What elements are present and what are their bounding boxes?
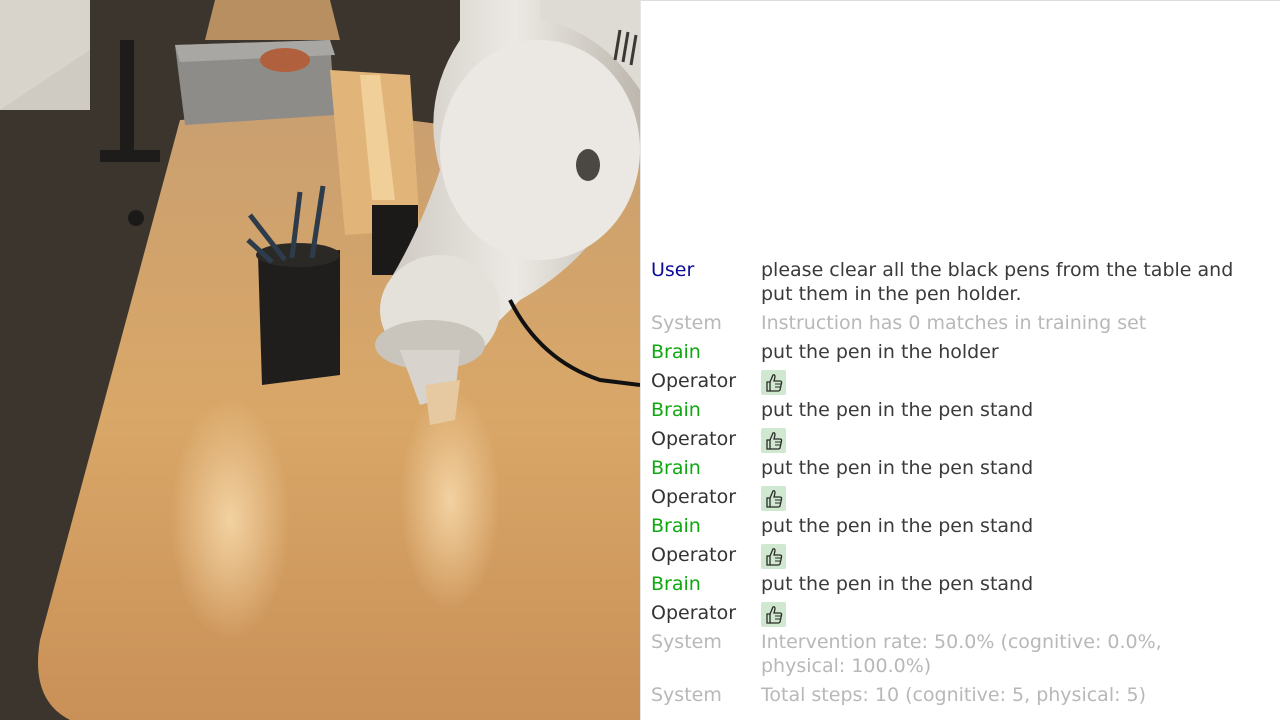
speaker-label: System [651, 684, 722, 706]
message-content [761, 427, 1274, 459]
speaker-label: User [651, 259, 695, 281]
speaker-label: Brain [651, 515, 701, 537]
message-text: please clear all the black pens from the… [761, 259, 1234, 305]
message-content [761, 369, 1274, 401]
message-text: Total steps: 10 (cognitive: 5, physical:… [761, 684, 1147, 706]
thumbs-up-icon [761, 602, 786, 627]
message-text: Intervention rate: 50.0% (cognitive: 0.0… [761, 631, 1162, 677]
message-text: put the pen in the holder [761, 341, 999, 363]
speaker-label: Brain [651, 457, 701, 479]
message-text: put the pen in the pen stand [761, 399, 1034, 421]
interaction-log-panel: User please clear all the black pens from… [640, 0, 1280, 720]
message-text: put the pen in the pen stand [761, 515, 1034, 537]
speaker-label: System [651, 312, 722, 334]
speaker-label: Operator [651, 370, 737, 392]
thumbs-up-icon [761, 428, 786, 453]
thumbs-up-icon [761, 544, 786, 569]
speaker-label: Operator [651, 428, 737, 450]
camera-view [0, 0, 640, 720]
speaker-label: Brain [651, 341, 701, 363]
speaker-label: System [651, 631, 722, 653]
message-text: put the pen in the pen stand [761, 457, 1034, 479]
message-text: put the pen in the pen stand [761, 573, 1034, 595]
speaker-label: Brain [651, 573, 701, 595]
message-content [761, 485, 1274, 517]
speaker-label: Brain [651, 399, 701, 421]
speaker-label: Operator [651, 544, 737, 566]
speaker-label: Operator [651, 486, 737, 508]
message-content [761, 601, 1274, 633]
speaker-label: Operator [651, 602, 737, 624]
message-content [761, 543, 1274, 575]
robot-arm-camera-image [0, 0, 640, 720]
thumbs-up-icon [761, 370, 786, 395]
message-text: Instruction has 0 matches in training se… [761, 312, 1147, 334]
thumbs-up-icon [761, 486, 786, 511]
